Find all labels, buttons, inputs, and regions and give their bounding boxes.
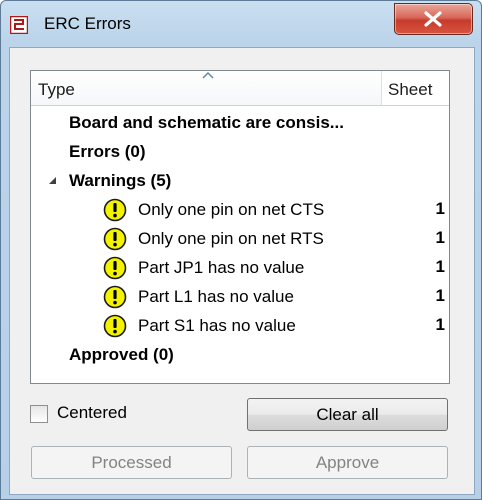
list-item-errors[interactable]: Errors (0) [31, 138, 449, 167]
warning-row[interactable]: Part S1 has no value 1 [31, 312, 449, 341]
warning-message: Part L1 has no value [138, 287, 294, 306]
warning-icon [103, 285, 127, 309]
list-item-label: Board and schematic are consis... [69, 113, 344, 132]
warning-icon [103, 227, 127, 251]
error-list[interactable]: Type Sheet Board and schematic are consi… [30, 70, 450, 384]
clear-all-button[interactable]: Clear all [247, 398, 448, 431]
column-header-sheet[interactable]: Sheet [382, 71, 449, 106]
warning-message: Only one pin on net CTS [138, 200, 325, 219]
warning-row[interactable]: Only one pin on net CTS 1 [31, 196, 449, 225]
warning-sheet: 1 [435, 228, 445, 247]
approve-button[interactable]: Approve [247, 446, 448, 479]
warning-row[interactable]: Part L1 has no value 1 [31, 283, 449, 312]
window-title: ERC Errors [44, 14, 131, 33]
title-bar[interactable]: ERC Errors [1, 1, 481, 47]
warning-icon [103, 256, 127, 280]
sort-ascending-icon [202, 72, 214, 79]
eagle-app-icon [10, 16, 28, 34]
close-icon [424, 11, 442, 27]
dialog-body: Type Sheet Board and schematic are consi… [9, 47, 475, 495]
list-item-label: Errors (0) [69, 142, 146, 161]
list-item-warnings[interactable]: Warnings (5) [31, 167, 449, 196]
warning-icon [103, 314, 127, 338]
processed-button[interactable]: Processed [31, 446, 232, 479]
warning-message: Part JP1 has no value [138, 258, 305, 277]
column-sheet-label: Sheet [388, 80, 433, 99]
close-button[interactable] [394, 3, 473, 35]
list-item-label: Approved (0) [69, 345, 174, 364]
warning-sheet: 1 [435, 315, 445, 334]
column-type-label: Type [38, 80, 75, 99]
list-item-consistency[interactable]: Board and schematic are consis... [31, 109, 449, 138]
column-header-type[interactable]: Type [31, 71, 382, 106]
warning-row[interactable]: Only one pin on net RTS 1 [31, 225, 449, 254]
expanded-triangle-icon[interactable] [48, 176, 57, 185]
centered-checkbox-label: Centered [57, 403, 127, 422]
list-item-approved[interactable]: Approved (0) [31, 341, 449, 370]
list-item-label: Warnings (5) [69, 171, 172, 190]
warning-message: Only one pin on net RTS [138, 229, 324, 248]
warning-sheet: 1 [435, 257, 445, 276]
warning-sheet: 1 [435, 286, 445, 305]
centered-checkbox-box[interactable] [30, 405, 48, 423]
list-header: Type Sheet [31, 71, 449, 106]
warning-message: Part S1 has no value [138, 316, 296, 335]
erc-errors-window: ERC Errors Type Sheet Board and schemati… [0, 0, 482, 500]
warning-row[interactable]: Part JP1 has no value 1 [31, 254, 449, 283]
warning-icon [103, 198, 127, 222]
warning-sheet: 1 [435, 199, 445, 218]
